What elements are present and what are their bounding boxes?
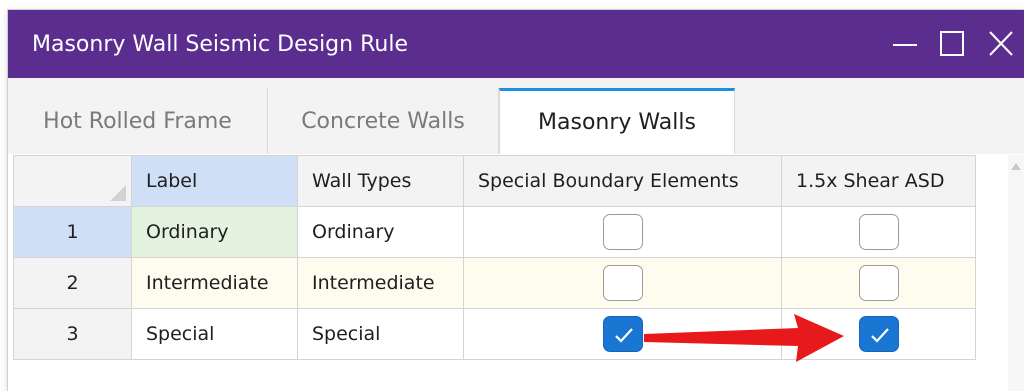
table-row: 2 Intermediate Intermediate [13, 257, 976, 309]
wall-type-cell[interactable]: Intermediate [297, 257, 464, 309]
table-row: 3 Special Special [13, 308, 976, 360]
scroll-up-icon[interactable] [1011, 163, 1021, 170]
special-boundary-checkbox[interactable] [602, 265, 643, 301]
rules-grid: Label Wall Types Special Boundary Elemen… [13, 155, 976, 360]
special-boundary-checkbox[interactable] [602, 316, 643, 352]
checkmark-icon [614, 328, 633, 343]
minimize-button[interactable] [888, 28, 922, 60]
close-icon [989, 31, 1013, 56]
shear-asd-cell [781, 308, 976, 360]
maximize-icon [940, 31, 964, 56]
close-button[interactable] [984, 28, 1018, 60]
vertical-scrollbar[interactable] [1008, 155, 1024, 391]
tab-hot-rolled-frame[interactable]: Hot Rolled Frame [8, 88, 268, 154]
shear-asd-cell [781, 206, 976, 258]
checkmark-icon [870, 328, 889, 343]
row-number[interactable]: 2 [13, 257, 132, 309]
special-boundary-checkbox[interactable] [602, 214, 643, 250]
maximize-button[interactable] [935, 28, 969, 60]
special-boundary-cell [463, 206, 782, 258]
tab-masonry-walls[interactable]: Masonry Walls [499, 88, 735, 154]
special-boundary-cell [463, 308, 782, 360]
label-cell[interactable]: Intermediate [131, 257, 298, 309]
title-bar[interactable]: Masonry Wall Seismic Design Rule [8, 10, 1024, 78]
window-title: Masonry Wall Seismic Design Rule [32, 32, 408, 57]
shear-asd-checkbox[interactable] [858, 265, 899, 301]
label-cell[interactable]: Ordinary [131, 206, 298, 258]
special-boundary-cell [463, 257, 782, 309]
shear-asd-checkbox[interactable] [858, 214, 899, 250]
tab-strip: Hot Rolled Frame Concrete Walls Masonry … [8, 78, 1024, 154]
column-header-wall-types[interactable]: Wall Types [297, 155, 464, 207]
header-row: Label Wall Types Special Boundary Elemen… [13, 155, 976, 207]
table-row: 1 Ordinary Ordinary [13, 206, 976, 258]
column-header-special-boundary[interactable]: Special Boundary Elements [463, 155, 782, 207]
label-cell[interactable]: Special [131, 308, 298, 360]
column-header-label[interactable]: Label [131, 155, 298, 207]
shear-asd-cell [781, 257, 976, 309]
shear-asd-checkbox[interactable] [858, 316, 899, 352]
select-all-corner[interactable] [13, 155, 132, 207]
minimize-icon [893, 44, 917, 46]
row-number[interactable]: 1 [13, 206, 132, 258]
row-number[interactable]: 3 [13, 308, 132, 360]
dialog-window: Masonry Wall Seismic Design Rule Hot Rol… [8, 10, 1024, 391]
wall-type-cell[interactable]: Ordinary [297, 206, 464, 258]
tab-concrete-walls[interactable]: Concrete Walls [268, 88, 499, 154]
column-header-shear-asd[interactable]: 1.5x Shear ASD [781, 155, 976, 207]
wall-type-cell[interactable]: Special [297, 308, 464, 360]
